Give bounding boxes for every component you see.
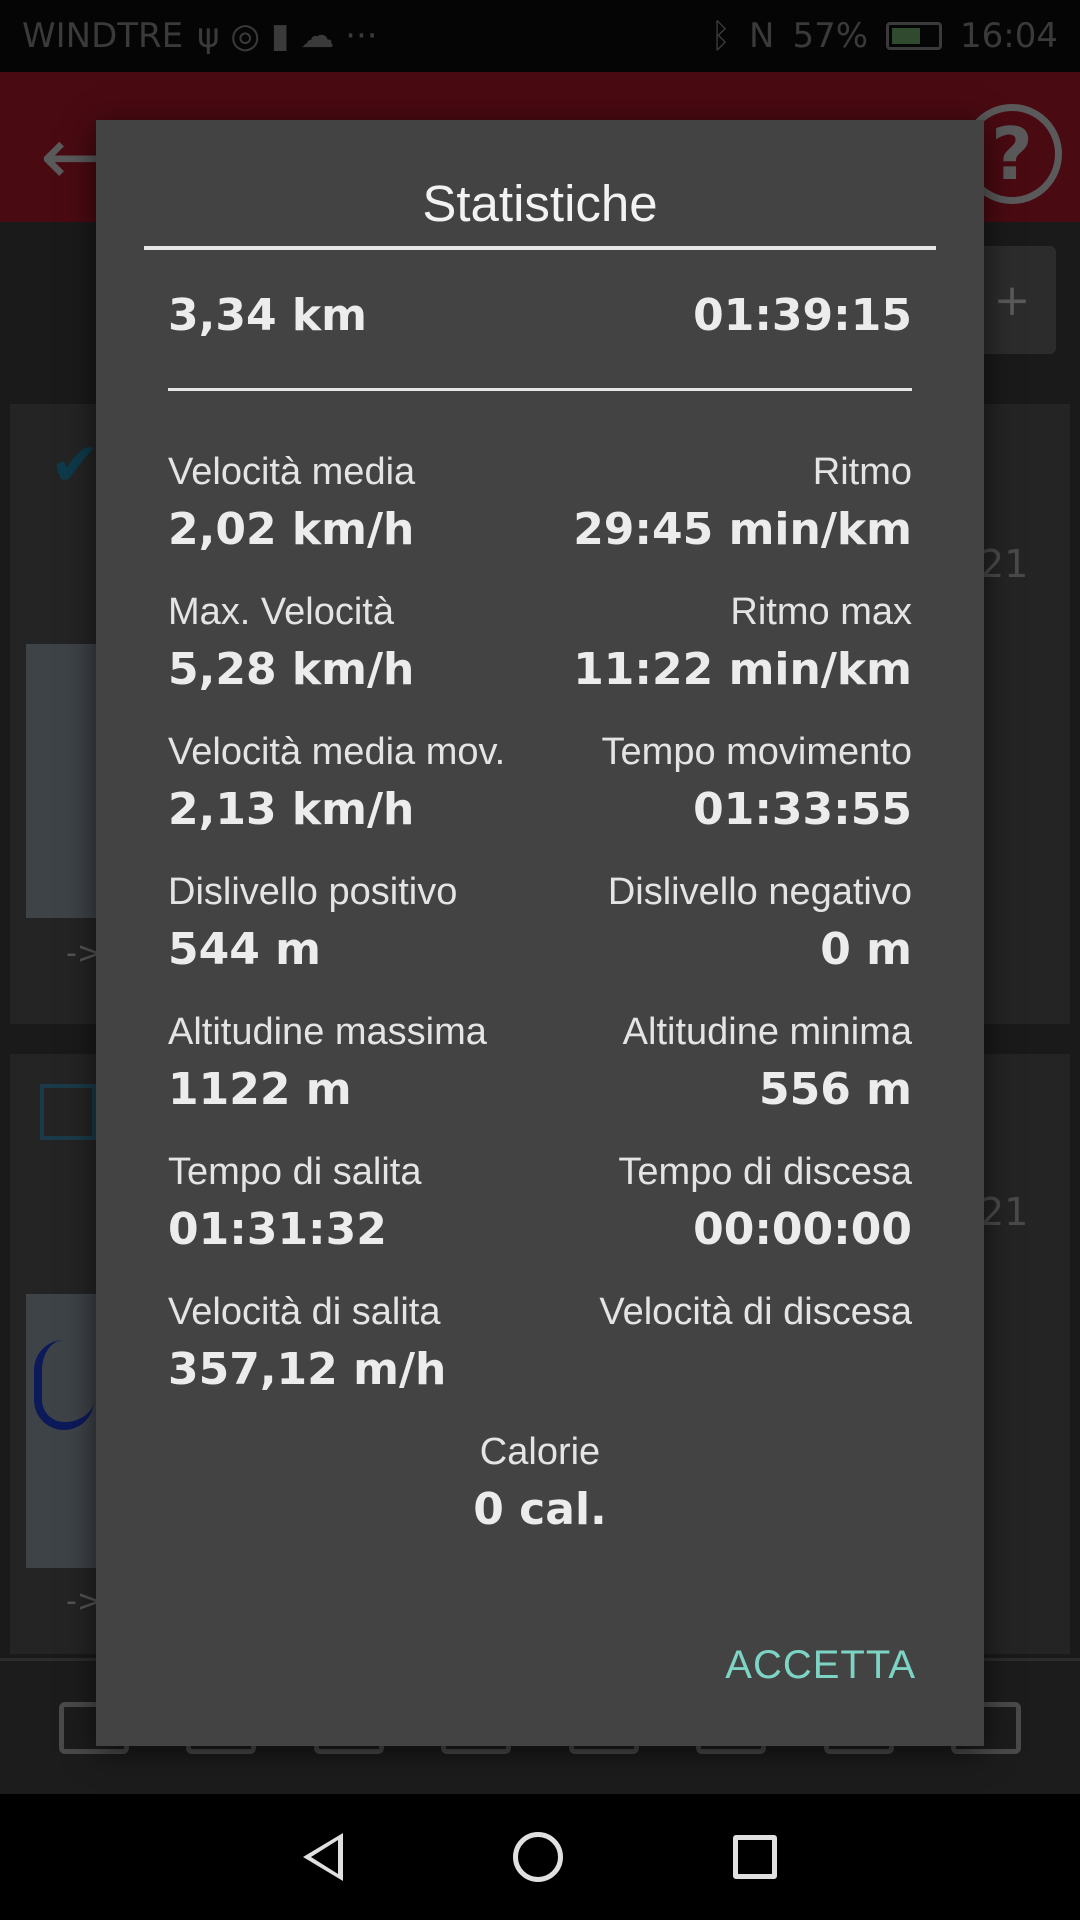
stat-label: Dislivello positivo xyxy=(168,871,458,913)
stat-cell: Dislivello negativo 0 m xyxy=(608,864,912,1004)
track-date: 21 xyxy=(980,542,1029,586)
battery-percent: 57% xyxy=(792,16,869,56)
stat-cell: Tempo movimento 01:33:55 xyxy=(602,724,912,864)
calories-value: 0 cal. xyxy=(473,1484,607,1535)
stat-label: Velocità di salita xyxy=(168,1291,441,1333)
stat-value: 01:33:55 xyxy=(693,784,912,835)
stat-row: Tempo di salita 01:31:32 Tempo di disces… xyxy=(168,1144,912,1284)
stat-value: 1122 m xyxy=(168,1064,352,1115)
nav-recents-icon[interactable] xyxy=(733,1835,777,1879)
stat-row: Velocità di salita 357,12 m/h Velocità d… xyxy=(168,1284,912,1424)
nav-back-icon[interactable] xyxy=(303,1833,343,1881)
stat-value: 11:22 min/km xyxy=(573,644,912,695)
battery-icon xyxy=(886,22,943,50)
stat-value: 556 m xyxy=(758,1064,912,1115)
stat-cell: Calorie 0 cal. xyxy=(473,1424,607,1558)
stats-list[interactable]: Velocità media 2,02 km/h Ritmo 29:45 min… xyxy=(168,444,912,1558)
notification-icons: ψ ◎ ▮ ☁ ··· xyxy=(197,16,378,56)
stat-label: Velocità media xyxy=(168,451,416,493)
stat-cell: Velocità media mov. 2,13 km/h xyxy=(168,724,505,864)
stat-label: Ritmo max xyxy=(730,591,912,633)
stat-label: Velocità media mov. xyxy=(168,731,506,773)
stat-value: 357,12 m/h xyxy=(168,1344,447,1395)
summary-row: 3,34 km 01:39:15 xyxy=(168,290,912,341)
carrier-label: WINDTRE xyxy=(22,16,184,56)
stat-value: 0 m xyxy=(820,924,912,975)
stat-cell: Altitudine minima 556 m xyxy=(623,1004,912,1144)
checkmark-icon[interactable]: ✔ xyxy=(50,430,100,500)
stat-value: 5,28 km/h xyxy=(168,644,415,695)
stat-row: Velocità media 2,02 km/h Ritmo 29:45 min… xyxy=(168,444,912,584)
stat-label: Altitudine massima xyxy=(168,1011,487,1053)
stat-label: Velocità di discesa xyxy=(599,1291,912,1333)
stat-cell: Tempo di discesa 00:00:00 xyxy=(618,1144,912,1284)
stat-cell: Tempo di salita 01:31:32 xyxy=(168,1144,421,1284)
stat-cell: Ritmo 29:45 min/km xyxy=(573,444,912,584)
total-distance: 3,34 km xyxy=(168,290,367,341)
stat-cell: Velocità media 2,02 km/h xyxy=(168,444,415,584)
stat-label: Dislivello negativo xyxy=(607,871,912,913)
stat-value: 2,13 km/h xyxy=(168,784,415,835)
dialog-title: Statistiche xyxy=(422,175,658,232)
stat-cell: Velocità di discesa xyxy=(599,1284,912,1424)
status-bar: WINDTRE ψ ◎ ▮ ☁ ··· ᛒ N 57% 16:04 xyxy=(0,0,1080,72)
track-date: 21 xyxy=(980,1190,1029,1234)
stat-value: 00:00:00 xyxy=(693,1204,912,1255)
calories-label: Calorie xyxy=(479,1431,601,1473)
summary-divider xyxy=(168,388,912,391)
stat-cell: Velocità di salita 357,12 m/h xyxy=(168,1284,446,1424)
stat-value: 01:31:32 xyxy=(168,1204,387,1255)
bluetooth-icon: ᛒ xyxy=(710,16,731,56)
stat-label: Max. Velocità xyxy=(168,591,394,633)
stat-row: Dislivello positivo 544 m Dislivello neg… xyxy=(168,864,912,1004)
stat-cell: Dislivello positivo 544 m xyxy=(168,864,457,1004)
clock: 16:04 xyxy=(960,16,1058,56)
stat-value: 2,02 km/h xyxy=(168,504,415,555)
nav-home-icon[interactable] xyxy=(513,1832,563,1882)
system-nav-bar xyxy=(0,1794,1080,1920)
stat-label: Tempo di discesa xyxy=(618,1151,912,1193)
stat-label: Tempo di salita xyxy=(168,1151,422,1193)
statistics-dialog: Statistiche 3,34 km 01:39:15 Velocità me… xyxy=(96,120,984,1746)
stat-row: Altitudine massima 1122 m Altitudine min… xyxy=(168,1004,912,1144)
stat-label: Altitudine minima xyxy=(622,1011,912,1053)
stat-row-calories: Calorie 0 cal. xyxy=(168,1424,912,1558)
stat-value: 29:45 min/km xyxy=(573,504,912,555)
total-duration: 01:39:15 xyxy=(693,290,912,341)
route-line xyxy=(34,1340,94,1430)
stat-cell: Altitudine massima 1122 m xyxy=(168,1004,487,1144)
nfc-icon: N xyxy=(749,16,775,56)
title-divider xyxy=(144,246,936,250)
stat-row: Max. Velocità 5,28 km/h Ritmo max 11:22 … xyxy=(168,584,912,724)
track-checkbox[interactable] xyxy=(40,1084,96,1140)
stat-label: Tempo movimento xyxy=(601,731,912,773)
stat-row: Velocità media mov. 2,13 km/h Tempo movi… xyxy=(168,724,912,864)
stat-cell: Max. Velocità 5,28 km/h xyxy=(168,584,414,724)
stat-cell: Ritmo max 11:22 min/km xyxy=(573,584,912,724)
stat-value: 544 m xyxy=(168,924,322,975)
accept-button[interactable]: ACCETTA xyxy=(696,1630,916,1700)
stat-label: Ritmo xyxy=(812,451,912,493)
